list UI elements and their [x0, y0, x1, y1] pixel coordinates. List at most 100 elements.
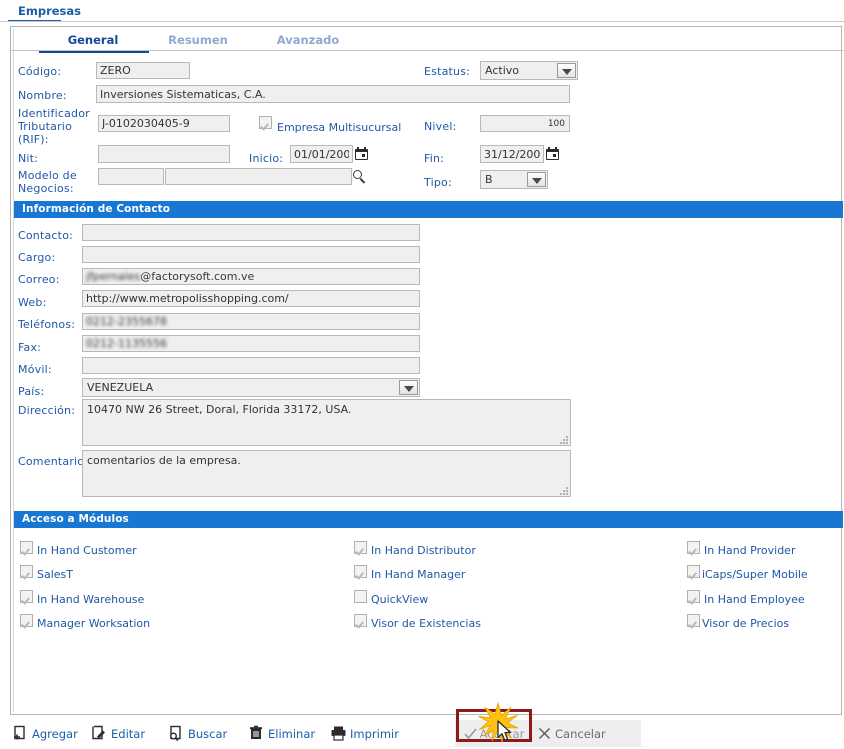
modulo-checkbox-in-hand-employee[interactable]: [687, 590, 700, 603]
tipo-select[interactable]: B: [480, 170, 548, 189]
modulo-checkbox-in-hand-provider[interactable]: [687, 541, 700, 554]
modulo-checkbox-icaps-super-mobile[interactable]: [687, 565, 700, 578]
tab-avanzado[interactable]: Avanzado: [261, 33, 355, 47]
estatus-value: Activo: [485, 64, 519, 77]
web-input[interactable]: [82, 290, 420, 307]
pais-value: VENEZUELA: [87, 381, 153, 394]
modulo-label-visor-precios: Visor de Precios: [702, 617, 789, 630]
inicio-date-input[interactable]: [290, 145, 353, 163]
tab-resumen[interactable]: Resumen: [151, 33, 245, 47]
pais-select[interactable]: VENEZUELA: [82, 378, 420, 397]
editar-button[interactable]: Editar: [91, 717, 145, 749]
modulo-label-in-hand-provider: In Hand Provider: [704, 544, 795, 557]
modulo-label-in-hand-distributor: In Hand Distributor: [371, 544, 476, 557]
chevron-down-icon-pais[interactable]: [399, 380, 418, 395]
label-correo: Correo:: [18, 273, 60, 286]
rif-input[interactable]: [98, 115, 230, 132]
tabstrip-divider: [11, 50, 844, 51]
label-estatus: Estatus:: [424, 65, 470, 78]
label-fin: Fin:: [424, 152, 444, 165]
window-tabbar: Empresas: [0, 0, 844, 22]
modulo-checkbox-visor-existencias[interactable]: [354, 614, 367, 627]
cargo-input[interactable]: [82, 246, 420, 263]
aceptar-label: Aceptar: [480, 727, 525, 741]
label-fax: Fax:: [18, 341, 41, 354]
label-direccion: Dirección:: [18, 404, 75, 417]
modulo-checkbox-in-hand-customer[interactable]: [20, 541, 33, 554]
label-telefonos: Teléfonos:: [18, 318, 75, 331]
search-document-icon: [168, 725, 185, 742]
window-tab-empresas[interactable]: Empresas: [8, 2, 91, 21]
section-acceso-modulos: Acceso a Módulos: [14, 511, 843, 528]
modulo-label-in-hand-customer: In Hand Customer: [37, 544, 137, 557]
correo-value-blurred: jfpernales: [86, 270, 140, 283]
modulo-checkbox-quickview[interactable]: [354, 590, 367, 603]
section-acceso-modulos-title: Acceso a Módulos: [22, 513, 129, 525]
aceptar-button[interactable]: Aceptar: [461, 722, 526, 745]
chevron-down-icon[interactable]: [557, 63, 576, 78]
close-x-icon: [537, 726, 552, 741]
label-inicio: Inicio:: [249, 152, 283, 165]
comentario-textarea[interactable]: comentarios de la empresa.: [82, 450, 571, 497]
edit-pencil-icon: [91, 725, 108, 742]
label-nit: Nit:: [18, 152, 38, 165]
editar-label: Editar: [111, 727, 145, 741]
modulo-checkbox-salest[interactable]: [20, 565, 33, 578]
correo-input[interactable]: jfpernales@factorysoft.com.ve: [82, 268, 420, 285]
trash-icon: [248, 725, 265, 742]
modulo-label-in-hand-employee: In Hand Employee: [704, 593, 805, 606]
check-icon: [463, 726, 478, 741]
nivel-input[interactable]: [480, 115, 570, 132]
modelo-negocios-name-input[interactable]: [165, 168, 352, 185]
telefonos-input[interactable]: 0212-2355678: [82, 313, 420, 330]
telefonos-value: 0212-2355678: [86, 315, 167, 328]
agregar-label: Agregar: [32, 727, 78, 741]
modulo-checkbox-in-hand-manager[interactable]: [354, 565, 367, 578]
modulo-checkbox-in-hand-distributor[interactable]: [354, 541, 367, 554]
modulo-label-salest: SalesT: [37, 568, 73, 581]
label-rif: Identificador Tributario (RIF):: [18, 107, 90, 146]
contacto-input[interactable]: [82, 224, 420, 241]
label-codigo: Código:: [18, 65, 61, 78]
buscar-button[interactable]: Buscar: [168, 717, 227, 749]
label-modelo-negocios: Modelo de Negocios:: [18, 169, 77, 195]
fax-value: 0212-1135556: [86, 337, 167, 350]
cancelar-label: Cancelar: [555, 727, 606, 741]
direccion-textarea[interactable]: 10470 NW 26 Street, Doral, Florida 33172…: [82, 399, 571, 446]
estatus-select[interactable]: Activo: [480, 61, 578, 80]
multisucursal-label: Empresa Multisucursal: [277, 121, 401, 134]
bottom-toolbar: Agregar Editar Buscar: [0, 717, 844, 749]
add-document-icon: [12, 725, 29, 742]
label-comentario: Comentario:: [18, 455, 88, 468]
imprimir-button[interactable]: Imprimir: [330, 717, 399, 749]
label-movil: Móvil:: [18, 363, 52, 376]
nit-input[interactable]: [98, 145, 230, 163]
fax-input[interactable]: 0212-1135556: [82, 335, 420, 352]
search-icon[interactable]: [353, 170, 367, 184]
imprimir-label: Imprimir: [350, 727, 399, 741]
movil-input[interactable]: [82, 357, 420, 374]
chevron-down-icon-tipo[interactable]: [527, 172, 546, 187]
tab-general[interactable]: General: [46, 33, 140, 47]
modulo-label-in-hand-warehouse: In Hand Warehouse: [37, 593, 144, 606]
panel-inner-edge: [13, 29, 14, 712]
modulo-checkbox-in-hand-warehouse[interactable]: [20, 590, 33, 603]
section-informacion-contacto-title: Información de Contacto: [22, 203, 170, 215]
window-tabbar-divider: [0, 21, 844, 22]
correo-value-visible: @factorysoft.com.ve: [140, 270, 254, 283]
fin-date-input[interactable]: [480, 145, 544, 163]
calendar-icon-fin[interactable]: [546, 147, 559, 160]
eliminar-label: Eliminar: [268, 727, 315, 741]
codigo-input[interactable]: [96, 62, 190, 79]
nombre-input[interactable]: [96, 85, 570, 103]
label-contacto: Contacto:: [18, 229, 73, 242]
agregar-button[interactable]: Agregar: [12, 717, 78, 749]
modelo-negocios-code-input[interactable]: [98, 168, 164, 185]
modulo-checkbox-manager-worksation[interactable]: [20, 614, 33, 627]
modulo-label-icaps-super-mobile: iCaps/Super Mobile: [702, 568, 808, 581]
eliminar-button[interactable]: Eliminar: [248, 717, 315, 749]
cancelar-button[interactable]: Cancelar: [537, 722, 606, 745]
calendar-icon[interactable]: [355, 147, 368, 160]
multisucursal-checkbox[interactable]: [259, 116, 272, 129]
modulo-checkbox-visor-precios[interactable]: [687, 614, 700, 627]
